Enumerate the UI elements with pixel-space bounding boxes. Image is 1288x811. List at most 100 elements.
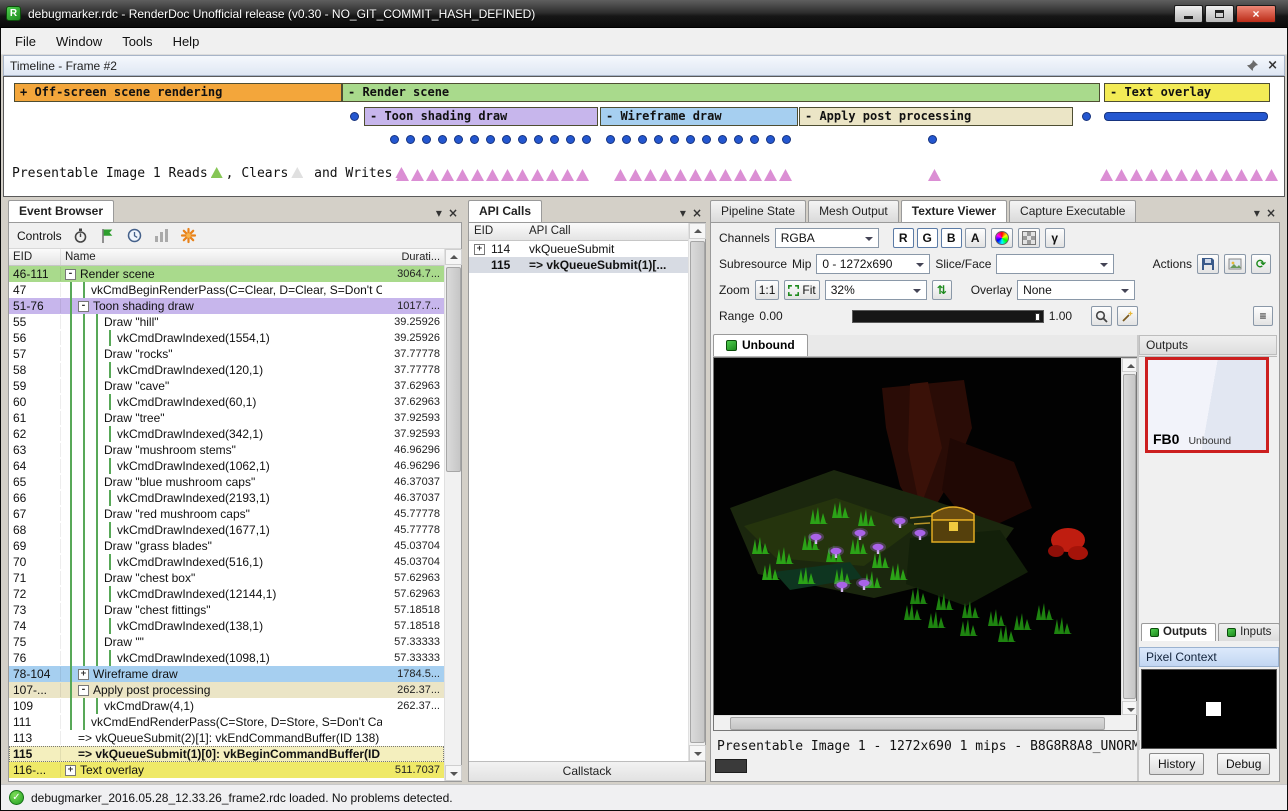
event-row[interactable]: 113=> vkQueueSubmit(2)[1]: vkEndCommandB… [9, 730, 444, 746]
texture-horizontal-scrollbar[interactable] [714, 715, 1121, 730]
scroll-thumb[interactable] [690, 241, 705, 743]
event-row[interactable]: 47vkCmdBeginRenderPass(C=Clear, D=Clear,… [9, 282, 444, 298]
event-row[interactable]: 61Draw "tree"37.92593 [9, 410, 444, 426]
timeline-write-marker[interactable] [644, 169, 657, 181]
timeline-write-marker[interactable] [1145, 169, 1158, 181]
texture-display-area[interactable] [713, 357, 1137, 731]
timeline-write-marker[interactable] [1100, 169, 1113, 181]
timeline-event-dot[interactable] [582, 135, 591, 144]
timeline-event-dot[interactable] [566, 135, 575, 144]
event-row[interactable]: 59Draw "cave"37.62963 [9, 378, 444, 394]
timeline-close-icon[interactable]: × [1267, 59, 1278, 72]
timeline-write-marker[interactable] [779, 169, 792, 181]
pin-icon[interactable] [1246, 59, 1259, 72]
tab-capture-executable[interactable]: Capture Executable [1009, 200, 1136, 222]
tree-expander-icon[interactable]: - [78, 685, 89, 696]
event-row[interactable]: 72vkCmdDrawIndexed(12144,1)57.62963 [9, 586, 444, 602]
tree-expander-icon[interactable]: - [65, 269, 76, 280]
refresh-button[interactable]: ⟳ [1251, 254, 1271, 274]
timeline-write-marker[interactable] [764, 169, 777, 181]
timeline-section-bar[interactable]: - Toon shading draw [364, 107, 598, 126]
panel-close-icon[interactable]: × [448, 207, 458, 219]
event-row[interactable]: 58vkCmdDrawIndexed(120,1)37.77778 [9, 362, 444, 378]
timeline-event-dot[interactable] [518, 135, 527, 144]
timeline-write-marker[interactable] [516, 169, 529, 181]
timeline-header[interactable]: Timeline - Frame #2 × [3, 55, 1285, 76]
event-row[interactable]: 75Draw ""57.33333 [9, 634, 444, 650]
timeline-write-marker[interactable] [1115, 169, 1128, 181]
event-row[interactable]: 51-76-Toon shading draw1017.7... [9, 298, 444, 314]
event-row[interactable]: 70vkCmdDrawIndexed(516,1)45.03704 [9, 554, 444, 570]
event-row[interactable]: 55Draw "hill"39.25926 [9, 314, 444, 330]
pick-pixel-button[interactable] [1091, 306, 1112, 326]
timeline-write-marker[interactable] [456, 169, 469, 181]
timer-icon[interactable] [72, 227, 89, 244]
timeline-write-marker[interactable] [501, 169, 514, 181]
timeline-write-marker[interactable] [659, 169, 672, 181]
event-row[interactable]: 63Draw "mushroom stems"46.96296 [9, 442, 444, 458]
timeline-event-dot[interactable] [622, 135, 631, 144]
history-button[interactable]: History [1149, 753, 1204, 775]
panel-close-icon[interactable]: × [692, 207, 702, 219]
event-row[interactable]: 71Draw "chest box"57.62963 [9, 570, 444, 586]
scroll-up-icon[interactable] [1122, 358, 1137, 372]
event-row[interactable]: 115=> vkQueueSubmit(1)[0]: vkBeginComman… [9, 746, 444, 762]
callstack-section-header[interactable]: Callstack [469, 761, 705, 781]
event-row[interactable]: 60vkCmdDrawIndexed(60,1)37.62963 [9, 394, 444, 410]
timeline-event-dot[interactable] [406, 135, 415, 144]
panel-menu-icon[interactable]: ▾ [680, 207, 686, 219]
save-texture-button[interactable] [1197, 254, 1219, 274]
timeline-write-marker[interactable] [1175, 169, 1188, 181]
event-row[interactable]: 66vkCmdDrawIndexed(2193,1)46.37037 [9, 490, 444, 506]
scroll-down-icon[interactable] [445, 765, 462, 781]
timeline-event-dot[interactable] [454, 135, 463, 144]
tree-expander-icon[interactable]: - [78, 301, 89, 312]
timeline-write-marker[interactable] [1250, 169, 1263, 181]
zoom-fit-button[interactable]: Fit [784, 280, 819, 300]
timeline-write-marker[interactable] [531, 169, 544, 181]
timeline-event-dot[interactable] [534, 135, 543, 144]
timeline-write-marker[interactable] [719, 169, 732, 181]
tree-expander-icon[interactable]: + [78, 669, 89, 680]
event-row[interactable]: 111vkCmdEndRenderPass(C=Store, D=Store, … [9, 714, 444, 730]
tab-texture-viewer[interactable]: Texture Viewer [901, 200, 1007, 222]
close-button[interactable]: × [1236, 5, 1276, 23]
timeline-event-dot[interactable] [438, 135, 447, 144]
channels-select[interactable]: RGBA [775, 228, 879, 248]
timeline-write-marker[interactable] [1190, 169, 1203, 181]
timeline-write-marker[interactable] [546, 169, 559, 181]
channel-r-button[interactable]: R [893, 228, 914, 248]
event-row[interactable]: 65Draw "blue mushroom caps"46.37037 [9, 474, 444, 490]
timeline-write-marker[interactable] [486, 169, 499, 181]
timeline-write-marker[interactable] [576, 169, 589, 181]
overlay-select[interactable]: None [1017, 280, 1135, 300]
scroll-down-icon[interactable] [1122, 701, 1137, 715]
timeline-event-dot[interactable] [638, 135, 647, 144]
timeline-write-marker[interactable] [1130, 169, 1143, 181]
channel-g-button[interactable]: G [917, 228, 938, 248]
timeline-event-dot[interactable] [422, 135, 431, 144]
checkerboard-button[interactable] [1018, 228, 1040, 248]
channel-b-button[interactable]: B [941, 228, 962, 248]
event-row[interactable]: 68vkCmdDrawIndexed(1677,1)45.77778 [9, 522, 444, 538]
column-eid[interactable]: EID [469, 223, 529, 240]
flip-y-button[interactable]: ⇅ [932, 280, 952, 300]
auto-fit-range-button[interactable] [1117, 306, 1138, 326]
event-row[interactable]: 46-111-Render scene3064.7... [9, 266, 444, 282]
event-browser-column-header[interactable]: EID Name Durati... [9, 249, 444, 266]
timeline-write-marker[interactable] [749, 169, 762, 181]
column-eid[interactable]: EID [9, 249, 61, 265]
timeline-event-dot[interactable] [702, 135, 711, 144]
slice-face-select[interactable] [996, 254, 1114, 274]
timeline-write-marker[interactable] [1205, 169, 1218, 181]
tree-expander-icon[interactable]: + [474, 244, 485, 255]
debug-button[interactable]: Debug [1217, 753, 1270, 775]
pixel-context-header[interactable]: Pixel Context [1139, 647, 1279, 667]
column-api-call[interactable]: API Call [529, 223, 571, 240]
timeline-event-dot[interactable] [928, 135, 937, 144]
pixel-context-view[interactable] [1141, 669, 1277, 749]
open-image-button[interactable] [1224, 254, 1246, 274]
timeline-write-marker[interactable] [689, 169, 702, 181]
texture-vertical-scrollbar[interactable] [1121, 358, 1136, 715]
timeline-section-bar[interactable]: + Off-screen scene rendering [14, 83, 342, 102]
